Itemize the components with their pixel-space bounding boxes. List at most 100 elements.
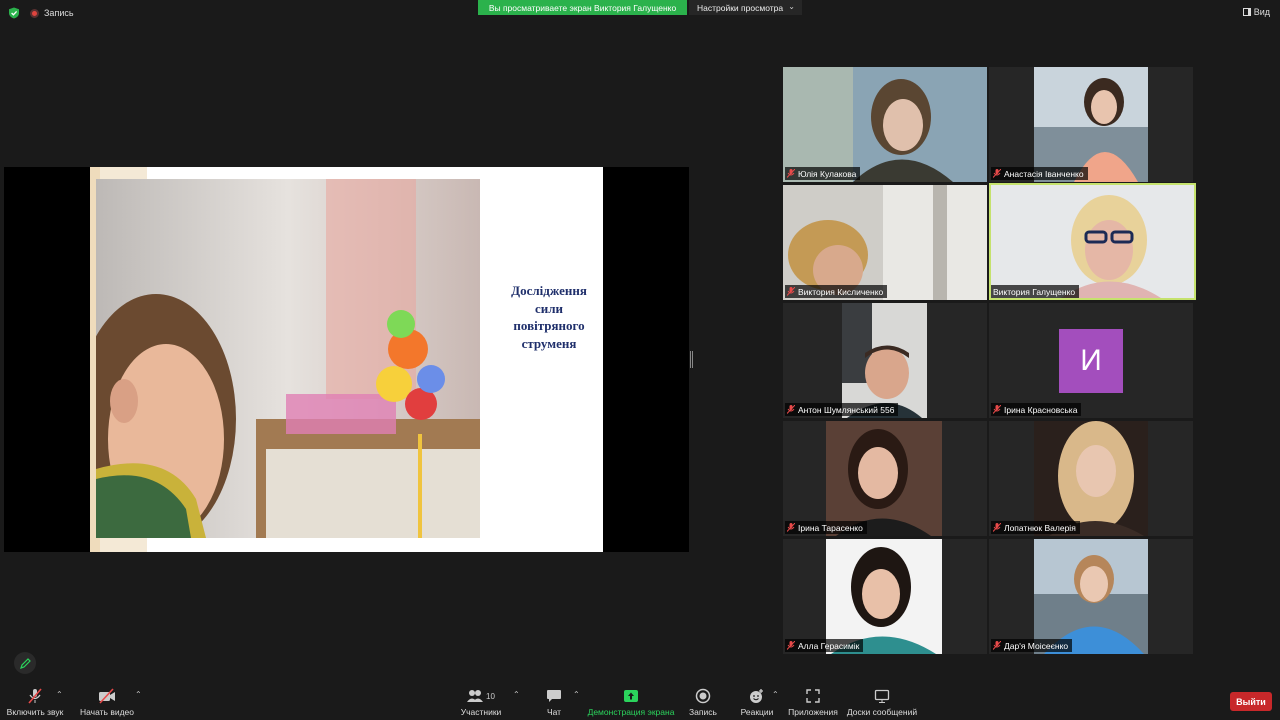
presentation-slide: Дослідження сили повітряного струменя xyxy=(90,167,603,552)
participant-tile-active-speaker[interactable]: Виктория Галущенко xyxy=(989,183,1196,300)
participants-button[interactable]: 10 Участники xyxy=(460,688,502,718)
participant-tile[interactable]: Антон Шумлянський 556 xyxy=(783,303,987,418)
child-pinwheel-photo xyxy=(96,179,480,538)
apps-label: Приложения xyxy=(788,707,838,717)
participant-tile[interactable]: Юлія Кулакова xyxy=(783,67,987,182)
participant-tile[interactable]: Ірина Тарасенко xyxy=(783,421,987,536)
chevron-up-icon[interactable]: ⌃ xyxy=(135,690,142,699)
video-frame xyxy=(1034,539,1148,654)
whiteboards-button[interactable]: Доски сообщений xyxy=(846,688,918,718)
reactions-label: Реакции xyxy=(740,707,774,717)
whiteboards-label: Доски сообщений xyxy=(846,707,918,717)
mic-off-icon xyxy=(993,405,1001,414)
mic-off-icon xyxy=(787,169,795,178)
annotate-button[interactable] xyxy=(14,652,36,674)
participants-icon xyxy=(467,690,484,702)
participant-name: Алла Герасимік xyxy=(798,640,860,651)
participants-label: Участники xyxy=(460,707,502,717)
share-screen-button[interactable]: Демонстрация экрана xyxy=(588,688,674,718)
apps-button[interactable]: Приложения xyxy=(788,688,838,718)
participant-nameplate: Виктория Галущенко xyxy=(991,285,1080,298)
participant-tile[interactable]: Анастасія Іванченко xyxy=(989,67,1193,182)
mic-off-icon xyxy=(787,287,795,296)
participant-nameplate: Анастасія Іванченко xyxy=(991,167,1088,180)
view-layout-icon xyxy=(1242,8,1251,16)
whiteboard-icon xyxy=(874,689,890,703)
slide-title-line: Дослідження xyxy=(511,283,587,298)
leave-meeting-button[interactable]: Выйти xyxy=(1230,692,1272,711)
recording-label: Запись xyxy=(44,8,74,18)
participant-nameplate: Ірина Красновська xyxy=(991,403,1082,416)
participant-name: Антон Шумлянський 556 xyxy=(798,404,895,415)
record-dot-icon xyxy=(30,8,39,18)
chevron-down-icon: ⌄ xyxy=(788,2,795,11)
participant-name: Виктория Галущенко xyxy=(993,286,1076,297)
reactions-button[interactable]: Реакции xyxy=(740,688,774,718)
participant-nameplate: Ірина Тарасенко xyxy=(785,521,867,534)
unmute-label: Включить звук xyxy=(6,707,64,717)
record-button[interactable]: Запись xyxy=(688,688,718,718)
mic-off-icon xyxy=(993,523,1001,532)
participant-name: Виктория Кисличенко xyxy=(798,286,884,297)
participant-tile[interactable]: Лопатнюк Валерія xyxy=(989,421,1193,536)
mic-off-icon xyxy=(993,641,1001,650)
participant-nameplate: Виктория Кисличенко xyxy=(785,285,888,298)
participant-avatar: И xyxy=(1059,329,1123,393)
chevron-up-icon[interactable]: ⌃ xyxy=(56,690,63,699)
record-label: Запись xyxy=(689,707,717,717)
mic-off-icon xyxy=(993,169,1001,178)
mic-off-icon xyxy=(787,405,795,414)
video-frame xyxy=(826,421,942,536)
video-frame xyxy=(783,67,987,182)
participant-tile[interactable]: Виктория Кисличенко xyxy=(783,185,987,300)
participant-name: Лопатнюк Валерія xyxy=(1004,522,1076,533)
participant-name: Ірина Красновська xyxy=(1004,404,1078,415)
top-bar: Запись Вы просматриваете экран Виктория … xyxy=(0,0,1280,26)
participant-video xyxy=(842,303,927,418)
participant-nameplate: Дар'я Моісеєнко xyxy=(991,639,1073,652)
participant-video xyxy=(1034,67,1148,182)
pencil-icon xyxy=(19,657,31,669)
participant-video xyxy=(991,185,1194,298)
start-video-button[interactable]: Начать видео xyxy=(80,688,134,718)
mic-off-icon xyxy=(787,523,795,532)
chat-label: Чат xyxy=(546,707,562,717)
share-screen-label: Демонстрация экрана xyxy=(587,707,675,717)
participant-tile[interactable]: Дар'я Моісеєнко xyxy=(989,539,1193,654)
participants-count: 10 xyxy=(486,691,495,701)
participant-video xyxy=(826,421,942,536)
participant-name: Ірина Тарасенко xyxy=(798,522,863,533)
view-button[interactable]: Вид xyxy=(1242,7,1270,17)
share-banner: Вы просматриваете экран Виктория Галущен… xyxy=(478,0,687,15)
mic-off-icon xyxy=(787,641,795,650)
mic-muted-icon xyxy=(28,688,42,704)
slide-title: Дослідження сили повітряного струменя xyxy=(494,282,604,352)
participant-tile[interactable]: И Ірина Красновська xyxy=(989,303,1193,418)
participant-nameplate: Лопатнюк Валерія xyxy=(991,521,1080,534)
panel-resize-handle[interactable] xyxy=(690,351,693,368)
participant-name: Дар'я Моісеєнко xyxy=(1004,640,1069,651)
chevron-up-icon[interactable]: ⌃ xyxy=(772,690,779,699)
chat-button[interactable]: Чат xyxy=(540,688,568,718)
participant-name: Анастасія Іванченко xyxy=(1004,168,1084,179)
recording-indicator[interactable]: Запись xyxy=(30,6,74,20)
video-frame xyxy=(1034,421,1148,536)
view-settings-button[interactable]: Настройки просмотра ⌄ xyxy=(689,0,802,15)
reactions-icon xyxy=(750,689,763,703)
video-frame xyxy=(783,185,987,300)
chevron-up-icon[interactable]: ⌃ xyxy=(573,690,580,699)
video-frame xyxy=(826,539,942,654)
participant-tile[interactable]: Алла Герасимік xyxy=(783,539,987,654)
participant-video xyxy=(1034,539,1148,654)
shared-screen[interactable]: Дослідження сили повітряного струменя xyxy=(4,167,689,552)
chevron-up-icon[interactable]: ⌃ xyxy=(513,690,520,699)
participant-nameplate: Алла Герасимік xyxy=(785,639,864,652)
view-settings-label: Настройки просмотра xyxy=(697,2,784,13)
share-screen-icon xyxy=(624,690,638,702)
record-icon xyxy=(695,688,711,704)
participant-video xyxy=(826,539,942,654)
participant-name: Юлія Кулакова xyxy=(798,168,857,179)
participant-nameplate: Юлія Кулакова xyxy=(785,167,861,180)
slide-title-line: повітряного xyxy=(513,318,585,333)
shield-icon[interactable] xyxy=(8,7,20,19)
